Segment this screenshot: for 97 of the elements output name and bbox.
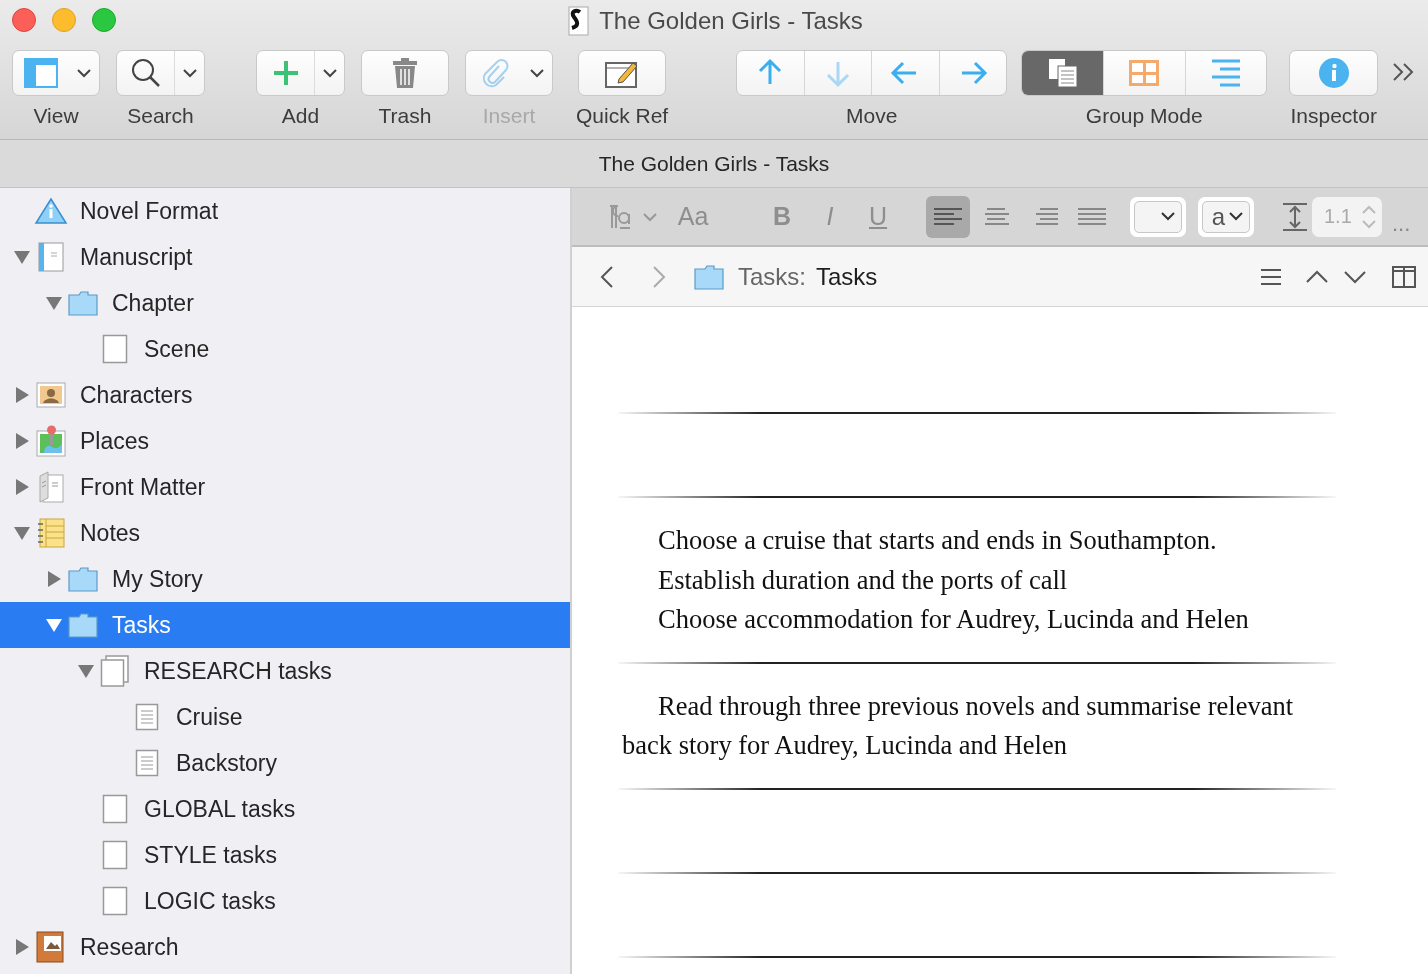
group-mode-control[interactable]	[1021, 50, 1268, 96]
align-icon	[934, 206, 962, 227]
move-control[interactable]	[736, 50, 1008, 96]
menu-icon[interactable]	[1260, 268, 1282, 285]
layout-icon	[24, 58, 58, 88]
binder-item[interactable]: Front Matter	[0, 464, 570, 510]
pages-icon	[100, 655, 130, 687]
info-icon	[1317, 57, 1350, 89]
toolbar-button[interactable]	[578, 50, 667, 96]
document-title: Tasks	[816, 262, 878, 291]
map-pin-icon	[36, 425, 66, 457]
alignment-button[interactable]	[926, 195, 970, 238]
paragraph: Choose a cruise that starts and ends in Southampton.	[657, 524, 1218, 557]
toolbar-label: Search	[127, 104, 194, 128]
plus-icon	[271, 59, 300, 87]
close-button[interactable]	[12, 8, 36, 32]
folder-icon	[68, 612, 98, 638]
document-icon	[38, 242, 64, 272]
outline-icon	[1209, 59, 1242, 87]
window-title: The Golden Girls - Tasks	[599, 7, 863, 35]
document-icon	[565, 6, 590, 36]
binder-item[interactable]: Scene	[0, 326, 570, 372]
paragraph: Read through three previous novels and summarise relevant back story for Audrey, Lucinda and Helen	[622, 689, 1295, 762]
disclosure-triangle[interactable]	[45, 294, 63, 312]
toolbar-label: Inspector	[1290, 104, 1377, 128]
caret-icon	[77, 68, 91, 78]
disclosure-triangle[interactable]	[13, 938, 31, 956]
style-select[interactable]: a	[1198, 196, 1254, 237]
toolbar-label: Quick Ref	[576, 104, 669, 128]
picture-book-icon	[36, 931, 66, 963]
disclosure-triangle[interactable]	[13, 386, 31, 404]
caret-icon	[1229, 212, 1243, 221]
chevron-down-icon[interactable]	[1344, 269, 1366, 284]
documents-icon	[1046, 58, 1079, 88]
binder-item[interactable]: STYLE tasks	[0, 832, 570, 878]
paragraph: Establish duration and the ports of call	[657, 563, 1069, 597]
inspector-button[interactable]	[1289, 50, 1379, 96]
caret-icon	[182, 68, 197, 78]
caret-icon	[1161, 212, 1175, 221]
disclosure-triangle[interactable]	[13, 524, 31, 542]
binder-item[interactable]: Novel Format	[0, 188, 570, 234]
pages-icon	[38, 471, 64, 503]
line-spacing-icon[interactable]	[1282, 201, 1308, 232]
binder-item[interactable]: Backstory	[0, 740, 570, 786]
disclosure-triangle[interactable]	[13, 248, 31, 266]
disclosure-triangle[interactable]	[45, 616, 63, 634]
folder-icon	[694, 263, 724, 290]
page-icon	[102, 794, 128, 824]
disclosure-triangle[interactable]	[45, 570, 63, 588]
binder-item[interactable]: Cruise	[0, 694, 570, 740]
forward-icon[interactable]	[652, 264, 666, 289]
binder-item[interactable]: Tasks	[0, 602, 570, 648]
align-icon	[982, 206, 1010, 227]
binder-item[interactable]: Notes	[0, 510, 570, 556]
path-label: Tasks:	[738, 262, 806, 291]
grid-icon	[1128, 59, 1161, 87]
back-icon[interactable]	[600, 264, 614, 289]
page-icon	[102, 840, 128, 870]
binder-item[interactable]: Manuscript	[0, 234, 570, 280]
folder-icon	[68, 566, 98, 592]
toolbar-label: View	[33, 104, 79, 128]
toolbar-label: Group Mode	[1085, 104, 1203, 128]
binder-item[interactable]: My Story	[0, 556, 570, 602]
disclosure-triangle[interactable]	[13, 432, 31, 450]
notepad-icon	[37, 518, 65, 548]
chevron-up-icon[interactable]	[1306, 269, 1328, 284]
text-document-icon	[135, 703, 159, 731]
toolbar-label: Trash	[378, 104, 432, 128]
split-view-icon[interactable]	[1392, 265, 1416, 288]
disclosure-triangle[interactable]	[77, 662, 95, 680]
document-title: The Golden Girls - Tasks	[598, 151, 830, 176]
caret-icon	[322, 68, 337, 78]
overflow-chevrons-icon[interactable]	[1392, 62, 1415, 82]
binder-item[interactable]: LOGIC tasks	[0, 878, 570, 924]
binder-item[interactable]: Places	[0, 418, 570, 464]
toolbar-label: Move	[846, 104, 898, 128]
binder-item[interactable]: Chapter	[0, 280, 570, 326]
info-triangle-icon	[34, 197, 68, 225]
zoom-button[interactable]	[92, 8, 116, 32]
toolbar-label: Add	[281, 104, 320, 128]
text-document-icon	[135, 749, 159, 777]
caret-icon	[530, 68, 544, 78]
toolbar-button[interactable]	[116, 50, 205, 96]
page-icon	[102, 886, 128, 916]
search-icon	[130, 58, 161, 88]
folder-icon	[68, 290, 98, 316]
binder-item[interactable]: GLOBAL tasks	[0, 786, 570, 832]
binder-item[interactable]: Characters	[0, 372, 570, 418]
group-mode-button[interactable]	[1022, 51, 1103, 95]
align-icon	[1078, 206, 1106, 227]
person-card-icon	[36, 382, 66, 408]
binder-item[interactable]: RESEARCH tasks	[0, 648, 570, 694]
page-icon	[102, 334, 128, 364]
trash-icon	[392, 57, 418, 89]
paragraph: Choose accommodation for Audrey, Lucinda and Helen	[657, 603, 1250, 636]
disclosure-triangle[interactable]	[13, 478, 31, 496]
binder-item[interactable]: Research	[0, 924, 570, 970]
